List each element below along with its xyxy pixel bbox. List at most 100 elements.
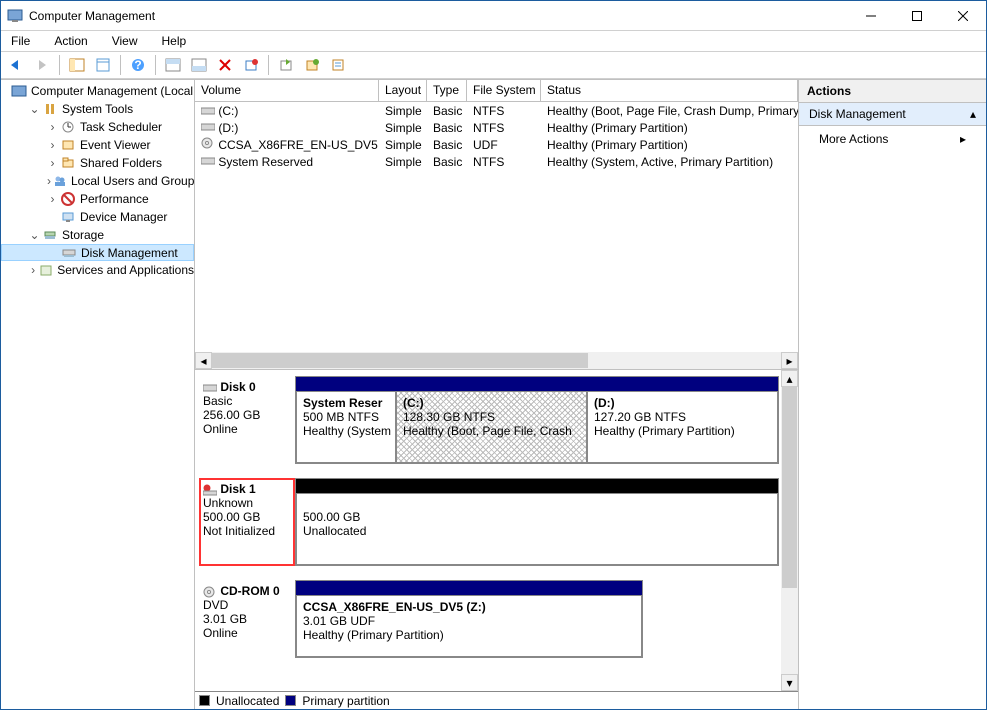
close-button[interactable]: [940, 2, 986, 30]
expand-icon[interactable]: ›: [47, 122, 58, 133]
forward-button[interactable]: [31, 54, 53, 76]
col-layout[interactable]: Layout: [379, 80, 427, 101]
horizontal-scrollbar[interactable]: ◂ ▸: [195, 352, 798, 369]
view-bottom-button[interactable]: [188, 54, 210, 76]
tree-label: Storage: [62, 228, 104, 242]
volume-list[interactable]: (C:) Simple Basic NTFS Healthy (Boot, Pa…: [195, 102, 798, 352]
disk-type: DVD: [203, 598, 228, 612]
volume-row[interactable]: (D:) Simple Basic NTFS Healthy (Primary …: [195, 119, 798, 136]
tree-label: Services and Applications: [57, 263, 194, 277]
svg-text:?: ?: [134, 58, 141, 72]
properties-button[interactable]: [92, 54, 114, 76]
tree-services[interactable]: › Services and Applications: [1, 261, 194, 279]
tree-task-scheduler[interactable]: ›Task Scheduler: [1, 118, 194, 136]
partition[interactable]: CCSA_X86FRE_EN-US_DV5 (Z:) 3.01 GB UDF H…: [296, 595, 642, 657]
volume-row[interactable]: (C:) Simple Basic NTFS Healthy (Boot, Pa…: [195, 102, 798, 119]
collapse-icon[interactable]: ⌄: [29, 230, 40, 241]
volume-type: Basic: [427, 121, 467, 135]
actions-pane: Actions Disk Management ▴ More Actions ▸: [798, 80, 986, 709]
scroll-thumb[interactable]: [782, 387, 797, 588]
scroll-down-icon[interactable]: ▾: [781, 674, 798, 691]
partition-size: 128.30 GB NTFS: [403, 410, 580, 424]
partition-unallocated[interactable]: 500.00 GB Unallocated: [296, 493, 778, 565]
disk-row[interactable]: CD-ROM 0 DVD 3.01 GB Online CCSA_X86FRE_…: [199, 580, 779, 658]
partition-selected[interactable]: (C:) 128.30 GB NTFS Healthy (Boot, Page …: [396, 391, 587, 463]
menu-help[interactable]: Help: [156, 32, 193, 50]
tree-label: Local Users and Groups: [71, 174, 195, 188]
collapse-icon[interactable]: ⌄: [29, 104, 40, 115]
partition-status: Healthy (Primary Partition): [594, 424, 771, 438]
volume-row[interactable]: System Reserved Simple Basic NTFS Health…: [195, 153, 798, 170]
scroll-track[interactable]: [781, 387, 798, 674]
scroll-thumb[interactable]: [212, 353, 588, 368]
expand-icon[interactable]: ›: [47, 194, 58, 205]
maximize-button[interactable]: [894, 2, 940, 30]
col-volume[interactable]: Volume: [195, 80, 379, 101]
scroll-right-icon[interactable]: ▸: [781, 352, 798, 369]
tree-root[interactable]: Computer Management (Local: [1, 82, 194, 100]
scroll-up-icon[interactable]: ▴: [781, 370, 798, 387]
tree-disk-management[interactable]: ›Disk Management: [1, 244, 194, 261]
disk-row[interactable]: Disk 0 Basic 256.00 GB Online System Res…: [199, 376, 779, 464]
expand-icon[interactable]: ›: [29, 265, 37, 276]
scroll-track[interactable]: [212, 352, 781, 369]
window-title: Computer Management: [29, 9, 848, 23]
partition-size: 500.00 GB: [303, 510, 771, 524]
volume-fs: NTFS: [467, 155, 541, 169]
disk-info[interactable]: Disk 0 Basic 256.00 GB Online: [199, 376, 295, 464]
disk-info-highlighted[interactable]: Disk 1 Unknown 500.00 GB Not Initialized: [199, 478, 295, 566]
vertical-scrollbar[interactable]: ▴ ▾: [781, 370, 798, 691]
menu-view[interactable]: View: [106, 32, 144, 50]
menu-file[interactable]: File: [5, 32, 36, 50]
help-button[interactable]: ?: [127, 54, 149, 76]
tree-shared-folders[interactable]: ›Shared Folders: [1, 154, 194, 172]
tree-local-users[interactable]: › Local Users and Groups: [1, 172, 194, 190]
delete-icon[interactable]: [214, 54, 236, 76]
disk-row[interactable]: Disk 1 Unknown 500.00 GB Not Initialized…: [199, 478, 779, 566]
app-icon: [7, 8, 23, 24]
tree-performance[interactable]: ›Performance: [1, 190, 194, 208]
actions-group[interactable]: Disk Management ▴: [799, 103, 986, 126]
list-icon[interactable]: [327, 54, 349, 76]
navigation-tree[interactable]: Computer Management (Local ⌄System Tools…: [1, 80, 195, 709]
tree-storage[interactable]: ⌄ Storage: [1, 226, 194, 244]
legend-swatch-unallocated: [199, 695, 210, 706]
expand-icon[interactable]: ›: [47, 140, 58, 151]
expand-icon[interactable]: ›: [47, 158, 58, 169]
show-hide-tree-button[interactable]: [66, 54, 88, 76]
tree-device-manager[interactable]: ›Device Manager: [1, 208, 194, 226]
disk-size: 500.00 GB: [203, 510, 260, 524]
partition-name: CCSA_X86FRE_EN-US_DV5 (Z:): [303, 600, 635, 614]
view-top-button[interactable]: [162, 54, 184, 76]
tree-event-viewer[interactable]: ›Event Viewer: [1, 136, 194, 154]
expand-icon[interactable]: ›: [47, 176, 51, 187]
title-bar: Computer Management: [1, 1, 986, 31]
collapse-icon[interactable]: ▴: [970, 107, 976, 121]
action-icon[interactable]: [301, 54, 323, 76]
disk-info[interactable]: CD-ROM 0 DVD 3.01 GB Online: [199, 580, 295, 658]
menu-action[interactable]: Action: [48, 32, 93, 50]
partition[interactable]: (D:) 127.20 GB NTFS Healthy (Primary Par…: [587, 391, 778, 463]
volume-layout: Simple: [379, 138, 427, 152]
partition-name: (C:): [403, 396, 580, 410]
volume-name: (D:): [218, 121, 238, 135]
col-type[interactable]: Type: [427, 80, 467, 101]
col-status[interactable]: Status: [541, 80, 798, 101]
minimize-button[interactable]: [848, 2, 894, 30]
back-button[interactable]: [5, 54, 27, 76]
scroll-left-icon[interactable]: ◂: [195, 352, 212, 369]
volume-row[interactable]: CCSA_X86FRE_EN-US_DV5 (Z:) Simple Basic …: [195, 136, 798, 153]
refresh-icon[interactable]: [275, 54, 297, 76]
disk-title: CD-ROM 0: [220, 584, 279, 598]
actions-more-label: More Actions: [819, 132, 888, 146]
volume-layout: Simple: [379, 155, 427, 169]
col-filesystem[interactable]: File System: [467, 80, 541, 101]
partition[interactable]: System Reser 500 MB NTFS Healthy (System: [296, 391, 396, 463]
tree-system-tools[interactable]: ⌄System Tools: [1, 100, 194, 118]
partition-size: 500 MB NTFS: [303, 410, 389, 424]
settings-icon[interactable]: [240, 54, 262, 76]
volume-layout: Simple: [379, 104, 427, 118]
actions-more[interactable]: More Actions ▸: [799, 126, 986, 152]
volume-fs: NTFS: [467, 104, 541, 118]
disk-size: 256.00 GB: [203, 408, 260, 422]
